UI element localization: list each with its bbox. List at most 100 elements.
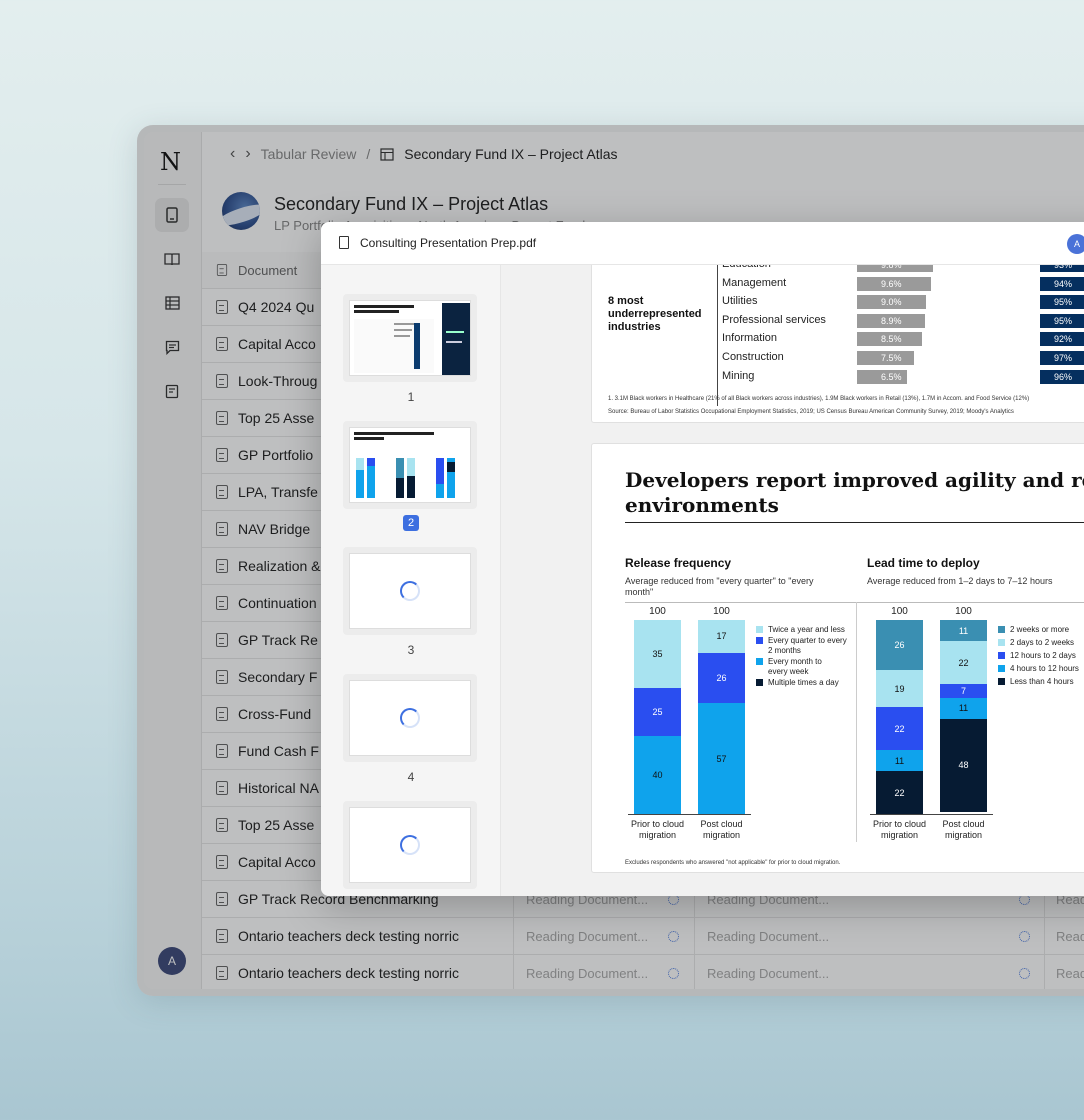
x-label-line-2: migration — [638, 830, 676, 840]
notes-icon[interactable] — [155, 374, 189, 408]
thumbnail-placeholder — [349, 807, 471, 883]
bar-segment: 57 — [698, 703, 745, 814]
document-cell[interactable]: Top 25 Asse — [216, 817, 314, 833]
legend-label: 2 months — [768, 646, 801, 655]
document-cell[interactable]: Fund Cash F — [216, 743, 319, 759]
release-chart-title: Release frequency — [625, 556, 732, 570]
document-cell[interactable]: GP Track Re — [216, 632, 318, 648]
x-label-line-1: Prior to cloud — [630, 819, 685, 829]
industry-name: Management — [722, 276, 787, 289]
thumbnail-page-3[interactable] — [343, 547, 477, 635]
industry-name: Professional services — [722, 313, 826, 326]
breadcrumb-parent[interactable]: Tabular Review — [261, 146, 357, 162]
x-axis-label: Prior to cloud migration — [868, 819, 932, 841]
table-row[interactable]: Ontario teachers deck testing norric Read… — [202, 955, 1084, 989]
chart-baseline — [628, 814, 751, 815]
breadcrumb: ‹ › Tabular Review / Secondary Fund IX –… — [230, 145, 618, 163]
document-cell[interactable]: Top 25 Asse — [216, 410, 314, 426]
thumbnail-preview — [349, 300, 471, 376]
document-cell[interactable]: Capital Acco — [216, 854, 316, 870]
thumbnail-page-5[interactable] — [343, 801, 477, 889]
document-column-header[interactable]: Document — [216, 263, 297, 278]
document-cell[interactable]: Realization & — [216, 558, 321, 574]
industry-pct-bar: 94% — [1040, 276, 1084, 291]
bar-segment: 25 — [634, 687, 681, 737]
industry-share-bar: 8.5% — [857, 332, 922, 347]
document-name: Historical NA — [238, 780, 319, 796]
document-icon — [216, 855, 228, 869]
document-cell[interactable]: Capital Acco — [216, 336, 316, 352]
legend-swatch — [756, 657, 763, 665]
back-arrow-icon[interactable]: ‹ — [230, 145, 235, 163]
chart-top-rule — [625, 602, 1084, 603]
bar-segment: 19 — [876, 670, 923, 708]
legend-label: 2 weeks or more — [1010, 625, 1070, 634]
selected-page-badge: 2 — [402, 515, 420, 531]
user-avatar[interactable]: A — [158, 947, 186, 975]
industry-pct-bar: 92% — [1040, 332, 1084, 347]
thumbnail-page-1[interactable] — [343, 294, 477, 382]
document-canvas[interactable]: 8 most underrepresented industries Educa… — [501, 265, 1084, 896]
document-name: NAV Bridge — [238, 521, 311, 537]
x-label-line-1: Prior to cloud — [872, 819, 927, 829]
legend-label: Every quarter to every — [768, 635, 847, 645]
document-icon — [216, 559, 228, 573]
industry-share-bar: 7.5% — [857, 351, 914, 365]
release-chart-subtitle: Average reduced from "every quarter" to … — [625, 576, 845, 598]
document-name: Top 25 Asse — [238, 817, 315, 833]
document-cell[interactable]: Secondary F — [216, 669, 317, 685]
thumbnail-number-selected: 2 — [321, 515, 500, 531]
document-cell[interactable]: Look-Throug — [216, 373, 317, 389]
document-cell[interactable]: Q4 2024 Qu — [216, 299, 314, 315]
loading-icon — [1019, 967, 1030, 979]
document-cell[interactable]: LPA, Transfe — [216, 484, 318, 500]
app-logo[interactable]: N — [160, 148, 181, 176]
loading-spinner-icon — [400, 835, 420, 855]
document-name: Realization & — [238, 558, 321, 574]
bar-segment: 22 — [876, 707, 923, 750]
document-name: Ontario teachers deck testing norric — [238, 965, 459, 981]
document-cell[interactable]: NAV Bridge — [216, 521, 310, 537]
document-cell[interactable]: Historical NA — [216, 780, 319, 796]
document-name: Capital Acco — [238, 336, 316, 352]
table-icon[interactable] — [155, 286, 189, 320]
thumbnail-page-2[interactable] — [343, 421, 477, 509]
document-cell[interactable]: Continuation — [216, 595, 317, 611]
document-header-label: Document — [238, 262, 298, 278]
bar-segment: 48 — [940, 718, 987, 813]
document-icon — [216, 374, 228, 388]
x-label-line-1: Post cloud — [942, 819, 985, 829]
reading-status: Read — [1056, 965, 1084, 981]
book-icon[interactable] — [155, 242, 189, 276]
legend-label: 12 hours to 2 days — [1010, 651, 1076, 660]
heading-line-1: Developers report improved agility and r… — [625, 468, 1084, 492]
breadcrumb-separator: / — [366, 146, 371, 162]
document-icon — [216, 744, 228, 758]
user-badge[interactable]: A — [1067, 234, 1084, 254]
document-cell[interactable]: Ontario teachers deck testing norric — [216, 965, 459, 981]
x-label-line-2: migration — [944, 830, 982, 840]
document-cell[interactable]: Cross-Fund — [216, 706, 311, 722]
chat-icon[interactable] — [155, 330, 189, 364]
tablet-icon[interactable] — [155, 198, 189, 232]
legend-label: Twice a year and less — [768, 625, 845, 634]
document-icon — [216, 707, 228, 721]
industry-pct-bar: 96% — [1040, 369, 1084, 384]
document-name: GP Track Re — [238, 632, 318, 648]
bar-total-label: 100 — [955, 606, 972, 617]
document-cell[interactable]: GP Portfolio — [216, 447, 313, 463]
page-footnote: 1. 3.1M Black workers in Healthcare (21%… — [608, 396, 1030, 402]
document-cell[interactable]: Ontario teachers deck testing norric — [216, 928, 459, 944]
bar-segment: 7 — [940, 684, 987, 698]
thumbnail-page-4[interactable] — [343, 674, 477, 762]
bar-total-label: 100 — [713, 606, 730, 617]
forward-arrow-icon[interactable]: › — [245, 145, 250, 163]
document-icon — [216, 448, 228, 462]
chart-baseline — [870, 814, 993, 815]
loading-icon — [668, 930, 679, 942]
page-heading: Developers report improved agility and r… — [625, 468, 1084, 518]
document-name: LPA, Transfe — [238, 484, 318, 500]
document-icon — [216, 300, 228, 314]
document-icon — [216, 892, 228, 906]
table-row[interactable]: Ontario teachers deck testing norric Read… — [202, 918, 1084, 955]
